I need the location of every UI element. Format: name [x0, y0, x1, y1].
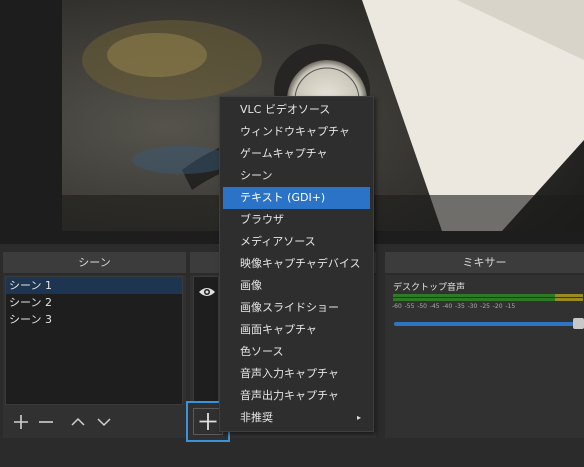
menu-item-label: 画像: [240, 279, 262, 292]
volume-slider[interactable]: [394, 322, 574, 326]
menu-item-label: 画像スライドショー: [240, 301, 339, 314]
menu-item-label: 音声出力キャプチャ: [240, 389, 339, 402]
move-scene-down-button[interactable]: [95, 413, 113, 431]
mixer-track-label: デスクトップ音声: [393, 283, 466, 293]
menu-item-audio-input-capture[interactable]: 音声入力キャプチャ: [220, 363, 373, 385]
menu-item-display-capture[interactable]: 画面キャプチャ: [220, 319, 373, 341]
menu-item-video-capture-device[interactable]: 映像キャプチャデバイス: [220, 253, 373, 275]
menu-item-audio-output-capture[interactable]: 音声出力キャプチャ: [220, 385, 373, 407]
menu-item-label: ウィンドウキャプチャ: [240, 125, 350, 138]
menu-item-label: 画面キャプチャ: [240, 323, 317, 336]
menu-item-label: 色ソース: [240, 345, 284, 358]
minus-icon: [39, 421, 53, 423]
menu-item-vlc-video-source[interactable]: VLC ビデオソース: [220, 99, 373, 121]
plus-icon: [14, 415, 28, 429]
meter-tick: -40: [442, 303, 453, 310]
meter-tick: -55: [404, 303, 415, 310]
menu-item-label: 音声入力キャプチャ: [240, 367, 339, 380]
menu-item-window-capture[interactable]: ウィンドウキャプチャ: [220, 121, 373, 143]
scenes-dock-header: シーン: [3, 252, 186, 273]
mixer-track-desktop-audio: デスクトップ音声 -60 -55 -50 -45 -40 -35 -30 -25 -20 -15: [389, 279, 584, 339]
volume-slider-handle[interactable]: [573, 318, 584, 329]
meter-tick: -35: [454, 303, 465, 310]
volume-meter-left: [393, 294, 583, 297]
meter-tick: -30: [467, 303, 478, 310]
status-strip: [0, 444, 584, 467]
menu-item-label: メディアソース: [240, 235, 316, 248]
plus-icon: [199, 413, 217, 430]
add-source-context-menu: VLC ビデオソース ウィンドウキャプチャ ゲームキャプチャ シーン テキスト …: [219, 96, 374, 432]
scene-item-2[interactable]: シーン 2: [6, 294, 182, 311]
meter-tick: -45: [429, 303, 440, 310]
meter-tick: -25: [480, 303, 490, 310]
scenes-dock: シーン 1 シーン 2 シーン 3: [3, 275, 186, 438]
meter-tick: -60: [392, 303, 402, 310]
menu-item-label: 映像キャプチャデバイス: [240, 257, 361, 270]
menu-item-label: テキスト (GDI+): [240, 191, 326, 204]
remove-scene-button[interactable]: [37, 413, 55, 431]
menu-item-label: ゲームキャプチャ: [240, 147, 328, 160]
meter-tick: -20: [492, 303, 503, 310]
menu-item-color-source[interactable]: 色ソース: [220, 341, 373, 363]
mixer-dock-title: ミキサー: [462, 256, 507, 269]
chevron-up-icon: [71, 417, 85, 426]
scenes-dock-title: シーン: [78, 256, 111, 269]
source-list[interactable]: [193, 276, 219, 405]
volume-meter-right: [393, 298, 583, 301]
meter-ticks: -60 -55 -50 -45 -40 -35 -30 -25 -20 -15: [392, 303, 584, 310]
move-scene-up-button[interactable]: [69, 413, 87, 431]
menu-item-label: VLC ビデオソース: [240, 103, 331, 116]
menu-item-scene[interactable]: シーン: [220, 165, 373, 187]
menu-item-media-source[interactable]: メディアソース: [220, 231, 373, 253]
menu-item-label: シーン: [240, 169, 273, 182]
meter-tick: -50: [417, 303, 427, 310]
mixer-dock-header: ミキサー: [385, 252, 584, 273]
scene-item-3[interactable]: シーン 3: [6, 311, 182, 328]
menu-item-image-slideshow[interactable]: 画像スライドショー: [220, 297, 373, 319]
menu-item-image[interactable]: 画像: [220, 275, 373, 297]
menu-item-game-capture[interactable]: ゲームキャプチャ: [220, 143, 373, 165]
add-scene-button[interactable]: [12, 413, 30, 431]
scene-item-1[interactable]: シーン 1: [6, 277, 182, 294]
menu-item-label: ブラウザ: [240, 213, 284, 226]
menu-item-text-gdi[interactable]: テキスト (GDI+): [223, 187, 370, 209]
eye-icon[interactable]: [198, 283, 216, 302]
chevron-down-icon: [97, 418, 111, 427]
menu-item-deprecated[interactable]: 非推奨 ▸: [220, 407, 373, 429]
menu-item-browser[interactable]: ブラウザ: [220, 209, 373, 231]
submenu-arrow-icon: ▸: [356, 413, 361, 422]
meter-tick: -15: [505, 303, 516, 310]
obs-window: シーン シーン 1 シーン 2 シーン 3 ミキサー デスクトップ音声 -60 …: [0, 0, 584, 467]
scene-list[interactable]: シーン 1 シーン 2 シーン 3: [5, 276, 183, 405]
menu-item-label: 非推奨: [240, 411, 273, 424]
